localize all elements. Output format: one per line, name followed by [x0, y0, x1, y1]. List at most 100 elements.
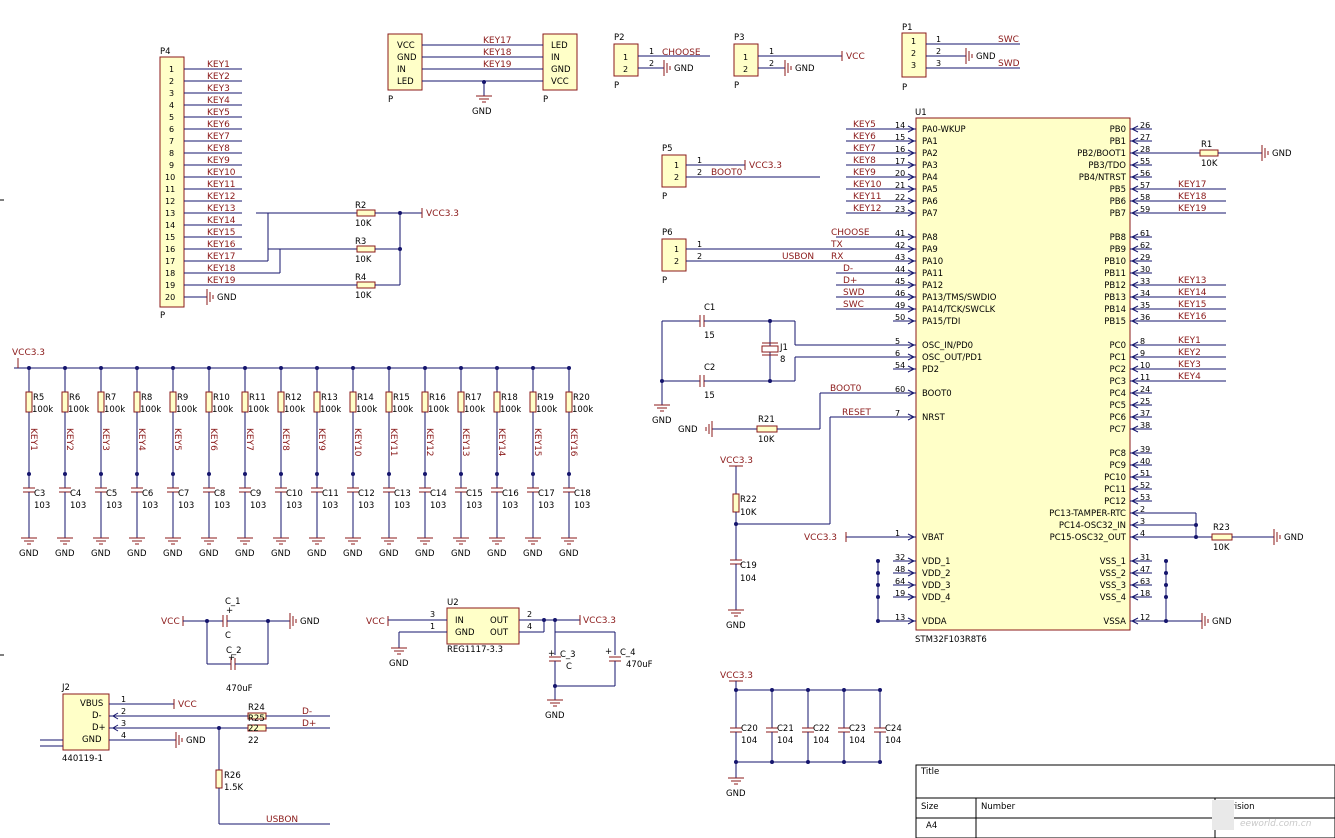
u1-pin-name: PB3/TDO — [1088, 161, 1126, 171]
cap-ref: C19 — [740, 561, 757, 571]
u1-pin-name: PB4/NTRST — [1079, 173, 1127, 183]
net-label: KEY9 — [853, 168, 876, 178]
net-label: KEY17 — [1178, 180, 1207, 190]
resistor-value: 10K — [1213, 543, 1230, 553]
u1-pin-name: PA9 — [922, 245, 938, 255]
net-label: KEY1 — [1178, 336, 1201, 346]
crystal-circuit: C1 15 C2 15 GND J1 8 BOOT0 R21 10K GND RESET VCC3.3 R… — [652, 303, 893, 631]
u1-pin-name: VSS_1 — [1100, 557, 1126, 567]
crystal-ref: J1 — [779, 343, 788, 353]
net-label: KEY6 — [208, 428, 218, 451]
net-label: KEY15 — [1178, 300, 1207, 310]
led-right-type: P — [543, 95, 548, 105]
resistor-ref: R18 — [501, 393, 518, 403]
schematic-canvas: { "p4": {"ref":"P4","type":"P","pins":["… — [0, 0, 1335, 838]
net-label: KEY12 — [853, 204, 882, 214]
cap-value: C — [566, 662, 572, 672]
junction-dot — [135, 472, 139, 476]
key-pullup-row: VCC3.3 R5 100k KEY1 C3 103 GND R6 100k KEY2 C4 103 G… — [12, 348, 593, 559]
resistor-ref: R19 — [537, 393, 554, 403]
gnd-label: GND — [235, 549, 255, 559]
net-label: KEY8 — [280, 428, 290, 451]
u1-pin-name: VSS_2 — [1100, 569, 1126, 579]
cap-ref: C17 — [538, 489, 555, 499]
pin-number: 2 — [936, 47, 941, 56]
size-label: Size — [921, 802, 938, 812]
net-label: KEY5 — [172, 428, 182, 451]
net-label: KEY10 — [207, 168, 236, 178]
cap-value: 103 — [502, 501, 518, 511]
resistor-ref: R14 — [357, 393, 374, 403]
net-label: KEY2 — [1178, 348, 1201, 358]
polarity: + — [226, 606, 233, 616]
gnd-label: GND — [379, 549, 399, 559]
resistor-value: 10K — [758, 435, 775, 445]
u1-pin-name: PC3 — [1110, 377, 1126, 387]
pin-number: 2 — [674, 257, 679, 266]
conn-ref: P5 — [662, 144, 673, 154]
cap-value: 470uF — [626, 660, 653, 670]
u1-pin-name: PA5 — [922, 185, 938, 195]
pin-name: VCC — [551, 77, 569, 87]
cap-ref: C_3 — [560, 650, 576, 660]
resistor-ref: R3 — [355, 237, 366, 247]
net-label: KEY11 — [388, 428, 398, 457]
pin-number: 3 — [430, 610, 435, 619]
gnd-label: GND — [217, 293, 237, 303]
pin-number: 2 — [674, 173, 679, 182]
junction-dot — [217, 726, 221, 730]
crystal-body — [761, 345, 779, 353]
cap-ref: C24 — [885, 724, 902, 734]
number-label: Number — [981, 802, 1016, 812]
resistor-ref: R23 — [1213, 523, 1230, 533]
resistor-ref: R15 — [393, 393, 410, 403]
cap-value: 103 — [214, 501, 230, 511]
pin-number: 2 — [121, 707, 126, 716]
u1-pin-name: PA6 — [922, 197, 938, 207]
u1-pin-name: VBAT — [922, 533, 945, 543]
net-label: TX — [830, 240, 843, 250]
u1-pin-name: PA8 — [922, 233, 938, 243]
u1-pin-name: PC8 — [1110, 449, 1126, 459]
pullup-resistors-r2-r4: R2 10K R3 10K R4 10K VCC3.3 — [242, 201, 459, 301]
cap-ref: C6 — [142, 489, 153, 499]
u1-pin-name: PC2 — [1110, 365, 1126, 375]
pin-number: 2 — [649, 59, 654, 68]
u1-pin-name: PA1 — [922, 137, 938, 147]
resistor-value: 10K — [355, 255, 372, 265]
junction-dot — [266, 619, 270, 623]
resistor-body — [1211, 533, 1233, 541]
net-label: KEY2 — [64, 428, 74, 451]
gnd-label: GND — [307, 549, 327, 559]
net-label: SWD — [843, 288, 865, 298]
resistor-value: 100k — [572, 405, 593, 415]
junction-dot — [1164, 559, 1168, 563]
junction-dot — [542, 618, 546, 622]
net-label: BOOT0 — [711, 168, 743, 178]
u1-pin-name: PB0 — [1110, 125, 1126, 135]
net-label: KEY19 — [483, 60, 512, 70]
net-label: USBON — [782, 252, 814, 262]
pin-name: IN — [455, 616, 464, 626]
cap-ref: C20 — [741, 724, 758, 734]
net-label: KEY4 — [136, 428, 146, 451]
junction-dot — [459, 472, 463, 476]
net-label: D+ — [302, 719, 316, 729]
conn-ref: P6 — [662, 228, 673, 238]
u1-part: STM32F103R8T6 — [915, 635, 987, 645]
cap-ref: C7 — [178, 489, 189, 499]
junction-dot — [1194, 523, 1198, 527]
cap-value: 103 — [34, 501, 50, 511]
title-block: Title Size Number Revision A4 eeworld.co… — [915, 764, 1335, 838]
net-label: KEY8 — [853, 156, 876, 166]
pin-name: OUT — [490, 616, 509, 626]
u1-pin-name: VSS_4 — [1100, 593, 1126, 603]
junction-dot — [27, 472, 31, 476]
pin-number: 4 — [527, 622, 532, 631]
u1-pin-name: VDDA — [922, 617, 947, 627]
u1-pin-name: PA2 — [922, 149, 938, 159]
pin-name: LED — [551, 41, 568, 51]
pin-number: 9 — [169, 161, 174, 170]
gnd-label: GND — [300, 617, 320, 627]
cap-ref: C16 — [502, 489, 519, 499]
